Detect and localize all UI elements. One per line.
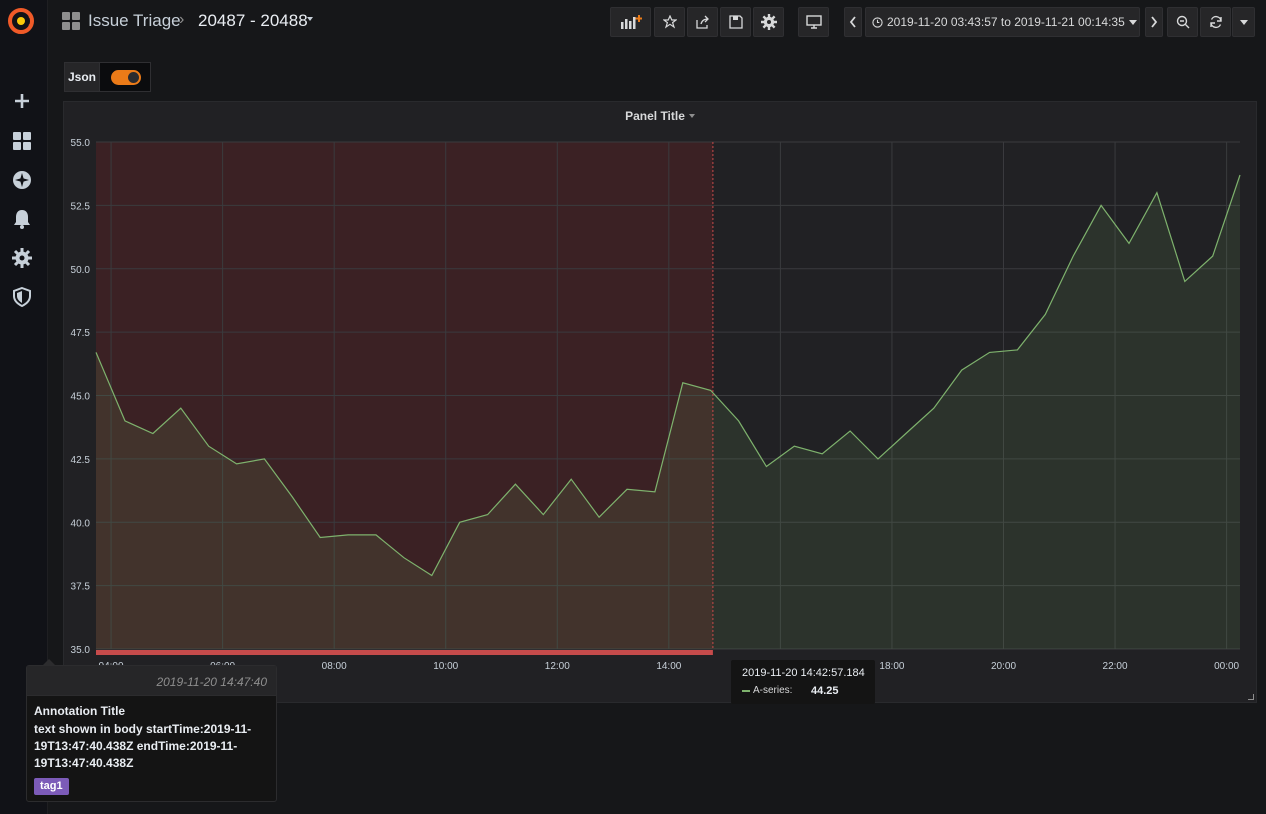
chevron-right-icon (1151, 16, 1158, 28)
time-shift-back-button[interactable] (844, 7, 862, 37)
x-tick-label: 22:00 (1103, 661, 1128, 672)
annotation-region-marker-0 (96, 650, 713, 655)
graph-hover-tooltip: 2019-11-20 14:42:57.184 A-series: 44.25 (731, 660, 875, 704)
panel-resize-handle[interactable] (1248, 694, 1254, 700)
y-tick-label: 40.0 (71, 518, 91, 529)
graph-canvas[interactable]: 35.037.540.042.545.047.550.052.555.004:0… (64, 102, 1258, 704)
x-tick-label: 14:00 (656, 661, 681, 672)
breadcrumb-folder[interactable]: Issue Triage (88, 11, 181, 31)
x-tick-label: 20:00 (991, 661, 1016, 672)
x-tick-label: 00:00 (1214, 661, 1239, 672)
json-toggle[interactable] (111, 70, 141, 85)
tv-mode-icon (805, 15, 822, 29)
annotation-header: 2019-11-20 14:47:40 (27, 666, 276, 696)
y-tick-label: 52.5 (71, 201, 91, 212)
tv-mode-button[interactable] (798, 7, 829, 37)
y-tick-label: 42.5 (71, 455, 91, 466)
add-panel-button[interactable] (610, 7, 651, 37)
alerting-bell-icon[interactable] (10, 207, 34, 231)
template-variables: Json (64, 62, 151, 92)
star-icon (662, 15, 677, 29)
chevron-left-icon (849, 16, 856, 28)
time-shift-forward-button[interactable] (1145, 7, 1163, 37)
series-color-swatch (742, 690, 750, 692)
settings-gear-icon (760, 14, 777, 30)
dashboard-settings-button[interactable] (753, 7, 784, 37)
dashboard-grid-icon[interactable] (62, 12, 80, 30)
y-tick-label: 35.0 (71, 645, 91, 656)
json-variable-switch[interactable] (100, 62, 151, 92)
time-range-picker[interactable]: 2019-11-20 03:43:57 to 2019-11-21 00:14:… (865, 7, 1140, 37)
x-tick-label: 12:00 (545, 661, 570, 672)
refresh-interval-caret-icon (1239, 19, 1248, 25)
star-button[interactable] (654, 7, 685, 37)
breadcrumb-chevron-icon: › (179, 11, 185, 28)
dashboard-title-caret-icon[interactable] (307, 17, 313, 21)
y-tick-label: 37.5 (71, 582, 91, 593)
time-range-text: 2019-11-20 03:43:57 to 2019-11-21 00:14:… (887, 15, 1125, 29)
grafana-logo[interactable] (7, 7, 35, 35)
refresh-interval-picker[interactable] (1232, 7, 1255, 37)
toggle-knob (128, 72, 139, 83)
annotation-time: 2019-11-20 14:47:40 (156, 675, 267, 689)
clock-icon (872, 16, 883, 28)
configuration-gear-icon[interactable] (10, 246, 34, 270)
explore-icon[interactable] (10, 168, 34, 192)
save-dashboard-button[interactable] (720, 7, 751, 37)
x-tick-label: 18:00 (879, 661, 904, 672)
zoom-out-button[interactable] (1167, 7, 1198, 37)
time-range-caret-icon (1128, 19, 1137, 25)
annotation-tooltip-arrow (42, 659, 56, 666)
graph-panel: Panel Title 35.0 37.5 40.0 42.5 45.0 47.5 50.0… (63, 101, 1257, 703)
plus-icon[interactable] (10, 89, 34, 113)
server-admin-shield-icon[interactable] (10, 285, 34, 309)
zoom-out-icon (1176, 15, 1189, 29)
dashboard-title[interactable]: 20487 - 20488 (198, 11, 308, 31)
y-tick-label: 47.5 (71, 328, 91, 339)
refresh-icon (1209, 15, 1222, 29)
json-variable-label: Json (64, 62, 100, 92)
share-icon (695, 15, 709, 29)
tooltip-time: 2019-11-20 14:42:57.184 (742, 667, 865, 679)
x-tick-label: 10:00 (433, 661, 458, 672)
y-tick-label: 50.0 (71, 265, 91, 276)
annotation-title: Annotation Title (34, 704, 126, 718)
tooltip-series-name: A-series: (753, 685, 793, 696)
share-button[interactable] (687, 7, 718, 37)
annotation-text: text shown in body startTime:2019-11-19T… (34, 722, 252, 770)
annotation-tooltip: 2019-11-20 14:47:40 Annotation Title tex… (26, 659, 277, 802)
refresh-button[interactable] (1200, 7, 1231, 37)
y-tick-label: 55.0 (71, 138, 91, 149)
tooltip-series-value: 44.25 (811, 685, 839, 697)
dashboards-icon[interactable] (10, 129, 34, 153)
dashboard-navbar: Issue Triage › 20487 - 20488 2019-11-20 … (48, 0, 1266, 44)
annotation-tag[interactable]: tag1 (34, 778, 69, 795)
y-tick-label: 45.0 (71, 392, 91, 403)
add-panel-icon (620, 15, 642, 29)
x-tick-label: 08:00 (322, 661, 347, 672)
save-icon (728, 15, 743, 29)
